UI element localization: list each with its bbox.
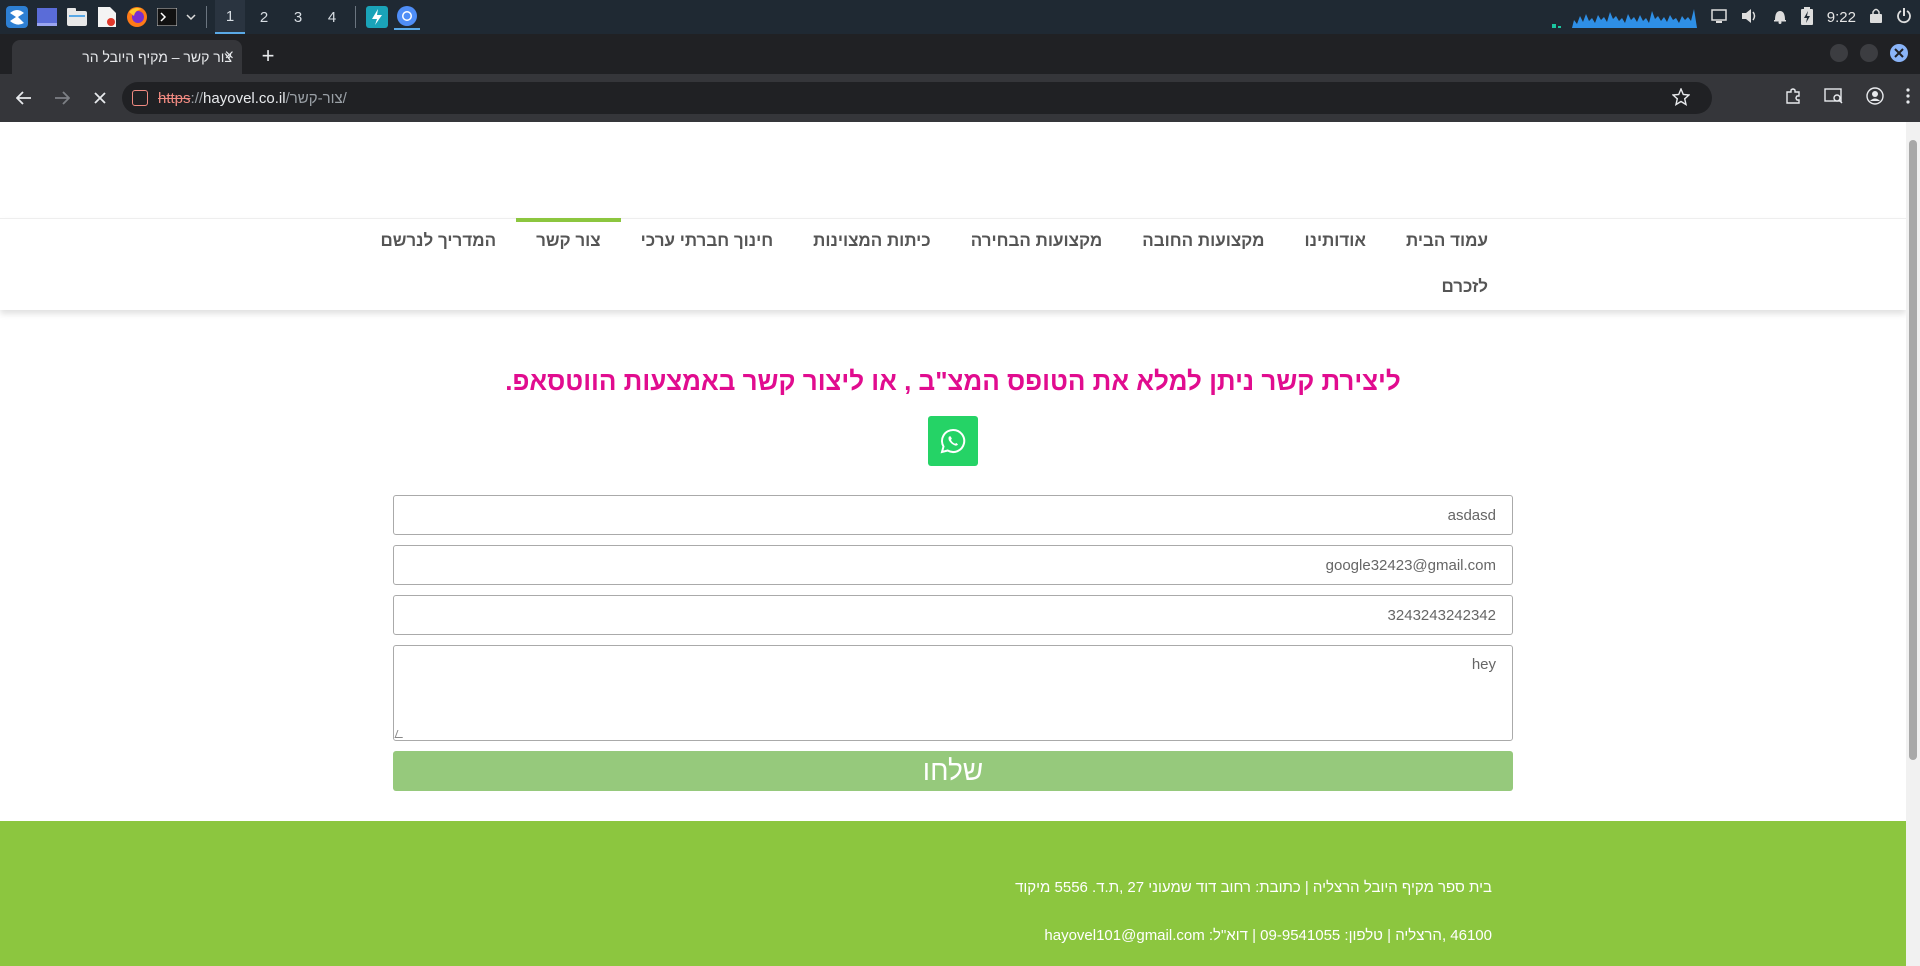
nav-item-required-subjects[interactable]: מקצועות החובה	[1122, 219, 1284, 263]
nav-row-2: לזכרם	[1421, 265, 1508, 309]
lock-icon[interactable]	[1870, 8, 1882, 26]
nav-item-social-education[interactable]: חינוך חברתי ערכי	[621, 219, 793, 263]
extensions-icon[interactable]	[1784, 87, 1802, 110]
desktop-icon[interactable]	[34, 4, 60, 30]
menu-kebab-icon[interactable]	[1906, 87, 1910, 109]
bolt-app-icon[interactable]	[364, 4, 390, 30]
battery-icon[interactable]	[1800, 6, 1813, 28]
contact-form: asdasd google32423@gmail.com 32432432423…	[393, 495, 1513, 791]
bell-icon[interactable]	[1773, 8, 1787, 27]
workspace-4[interactable]: 4	[317, 0, 347, 34]
maximize-button[interactable]	[1860, 44, 1878, 62]
firefox-icon[interactable]	[124, 4, 150, 30]
divider	[206, 6, 207, 28]
url-scheme: https	[158, 89, 191, 107]
chevron-down-icon[interactable]	[184, 4, 198, 30]
whatsapp-button[interactable]	[928, 416, 978, 466]
file-manager-icon[interactable]	[64, 4, 90, 30]
os-taskbar: 1 2 3 4 9:22	[0, 0, 1920, 34]
stop-loading-button[interactable]	[86, 84, 114, 112]
nav-item-excellence-classes[interactable]: כיתות המצוינות	[793, 219, 951, 263]
power-icon[interactable]	[1896, 7, 1912, 27]
volume-icon[interactable]	[1741, 8, 1759, 27]
nav-item-registration-guide[interactable]: המדריך לנרשם	[360, 219, 516, 263]
browser-tabstrip: צור קשר – מקיף היובל הר × +	[0, 34, 1920, 74]
phone-field[interactable]: 3243243242342	[393, 595, 1513, 635]
chromium-icon[interactable]	[394, 4, 420, 30]
workspace-2[interactable]: 2	[249, 0, 279, 34]
name-field[interactable]: asdasd	[393, 495, 1513, 535]
main-nav: עמוד הבית אודותינו מקצועות החובה מקצועות…	[0, 218, 1906, 310]
browser-tab[interactable]: צור קשר – מקיף היובל הר ×	[12, 40, 242, 74]
insecure-site-icon[interactable]	[132, 90, 148, 106]
search-tabs-icon[interactable]	[1824, 87, 1844, 109]
url-host: hayovel.co.il	[203, 89, 286, 107]
site-footer: בית ספר מקיף היובל הרצליה | כתובת: רחוב …	[0, 821, 1906, 966]
bookmark-star-icon[interactable]	[1671, 87, 1691, 111]
nav-item-elective-subjects[interactable]: מקצועות הבחירה	[951, 219, 1123, 263]
email-field[interactable]: google32423@gmail.com	[393, 545, 1513, 585]
tab-close-icon[interactable]: ×	[225, 47, 234, 65]
forward-button[interactable]	[48, 84, 76, 112]
nav-item-memorial[interactable]: לזכרם	[1421, 265, 1508, 309]
page-viewport: עמוד הבית אודותינו מקצועות החובה מקצועות…	[0, 122, 1906, 966]
window-controls	[1830, 44, 1908, 62]
back-button[interactable]	[10, 84, 38, 112]
close-window-button[interactable]	[1890, 44, 1908, 62]
display-icon[interactable]	[1711, 8, 1727, 26]
site-header	[0, 122, 1906, 218]
nav-item-home[interactable]: עמוד הבית	[1386, 219, 1508, 263]
nav-item-contact[interactable]: צור קשר	[516, 218, 621, 263]
scrollbar-thumb[interactable]	[1909, 140, 1917, 760]
browser-toolbar: https://hayovel.co.il/צור-קשר/	[0, 74, 1920, 122]
url-separator: ://	[190, 89, 204, 107]
url-path: /צור-קשר/	[285, 89, 347, 107]
terminal-icon[interactable]	[154, 4, 180, 30]
whatsapp-icon	[940, 428, 966, 454]
tab-title: צור קשר – מקיף היובל הר	[82, 49, 232, 65]
new-tab-button[interactable]: +	[254, 42, 282, 70]
app-menu-icon[interactable]	[4, 4, 30, 30]
divider	[355, 6, 356, 28]
address-bar[interactable]: https://hayovel.co.il/צור-קשר/	[122, 82, 1712, 114]
workspace-1[interactable]: 1	[215, 0, 245, 34]
resize-handle[interactable]	[394, 730, 406, 738]
footer-address: בית ספר מקיף היובל הרצליה | כתובת: רחוב …	[1015, 879, 1492, 896]
page-scrollbar[interactable]	[1906, 122, 1920, 966]
contact-intro-heading: ליצירת קשר ניתן למלא את הטופס המצ"ב , או…	[505, 366, 1401, 396]
submit-button[interactable]: שלחו	[393, 751, 1513, 791]
message-text: hey	[1471, 656, 1496, 673]
message-textarea[interactable]: hey	[393, 645, 1513, 741]
nav-row-1: עמוד הבית אודותינו מקצועות החובה מקצועות…	[360, 218, 1508, 263]
nav-item-about[interactable]: אודותינו	[1284, 219, 1386, 263]
profile-icon[interactable]	[1866, 86, 1884, 110]
text-editor-icon[interactable]	[94, 4, 120, 30]
footer-contact-info: 46100 ,הרצליה | טלפון: 09-9541055 | דוא"…	[1044, 927, 1492, 944]
workspace-3[interactable]: 3	[283, 0, 313, 34]
clock: 9:22	[1826, 8, 1856, 26]
minimize-button[interactable]	[1830, 44, 1848, 62]
network-graph	[1551, 9, 1697, 28]
